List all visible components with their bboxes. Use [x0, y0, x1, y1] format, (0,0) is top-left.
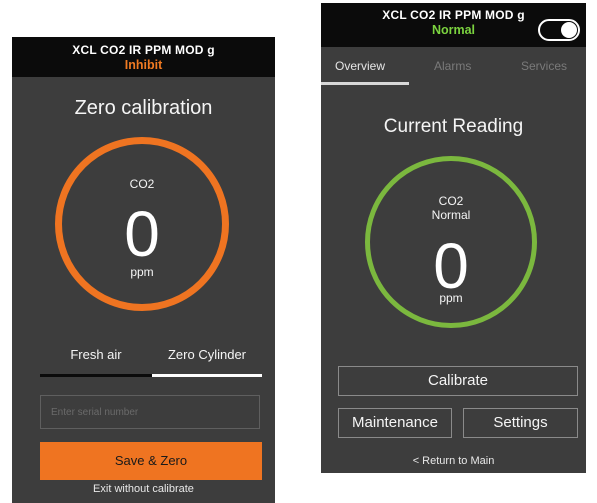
gas-status-label: Normal — [431, 208, 471, 222]
serial-number-input[interactable] — [40, 395, 260, 429]
device-status: Inhibit — [124, 58, 163, 72]
device-header: XCL CO2 IR PPM MOD g Normal — [321, 3, 586, 47]
gas-label: CO2 — [129, 177, 155, 191]
option-zero-cylinder[interactable]: Zero Cylinder — [152, 347, 262, 362]
maintenance-button[interactable]: Maintenance — [338, 408, 452, 438]
device-toggle-switch[interactable] — [538, 19, 580, 41]
overview-screen: XCL CO2 IR PPM MOD g Normal Overview Ala… — [321, 3, 586, 473]
device-name: XCL CO2 IR PPM MOD g — [72, 43, 215, 57]
option-zero-cylinder-indicator — [152, 374, 262, 377]
option-fresh-air[interactable]: Fresh air — [40, 347, 152, 362]
reading-value: 0 — [124, 198, 160, 270]
active-tab-indicator — [321, 82, 409, 85]
calibrate-button[interactable]: Calibrate — [338, 366, 578, 396]
save-zero-button[interactable]: Save & Zero — [40, 442, 262, 480]
tab-bar: Overview Alarms Services — [321, 47, 586, 85]
option-fresh-air-indicator — [40, 374, 152, 377]
reading-ring: CO2 0 ppm — [55, 137, 229, 311]
tab-overview[interactable]: Overview — [335, 59, 385, 73]
gas-label: CO2 — [438, 194, 464, 208]
page-title: Zero calibration — [74, 97, 213, 119]
exit-without-calibrate-link[interactable]: Exit without calibrate — [12, 483, 275, 495]
tab-services[interactable]: Services — [521, 59, 567, 73]
page-title: Current Reading — [383, 116, 524, 137]
reading-value: 0 — [433, 230, 469, 302]
settings-button[interactable]: Settings — [463, 408, 578, 438]
device-header: XCL CO2 IR PPM MOD g Inhibit — [12, 37, 275, 77]
reading-ring: CO2 Normal 0 ppm — [365, 156, 537, 328]
tab-alarms[interactable]: Alarms — [434, 59, 471, 73]
return-to-main-link[interactable]: < Return to Main — [321, 455, 586, 467]
unit-label: ppm — [130, 265, 154, 279]
unit-label: ppm — [439, 291, 463, 305]
calibration-screen: XCL CO2 IR PPM MOD g Inhibit Zero calibr… — [12, 37, 275, 503]
toggle-knob — [561, 22, 577, 38]
